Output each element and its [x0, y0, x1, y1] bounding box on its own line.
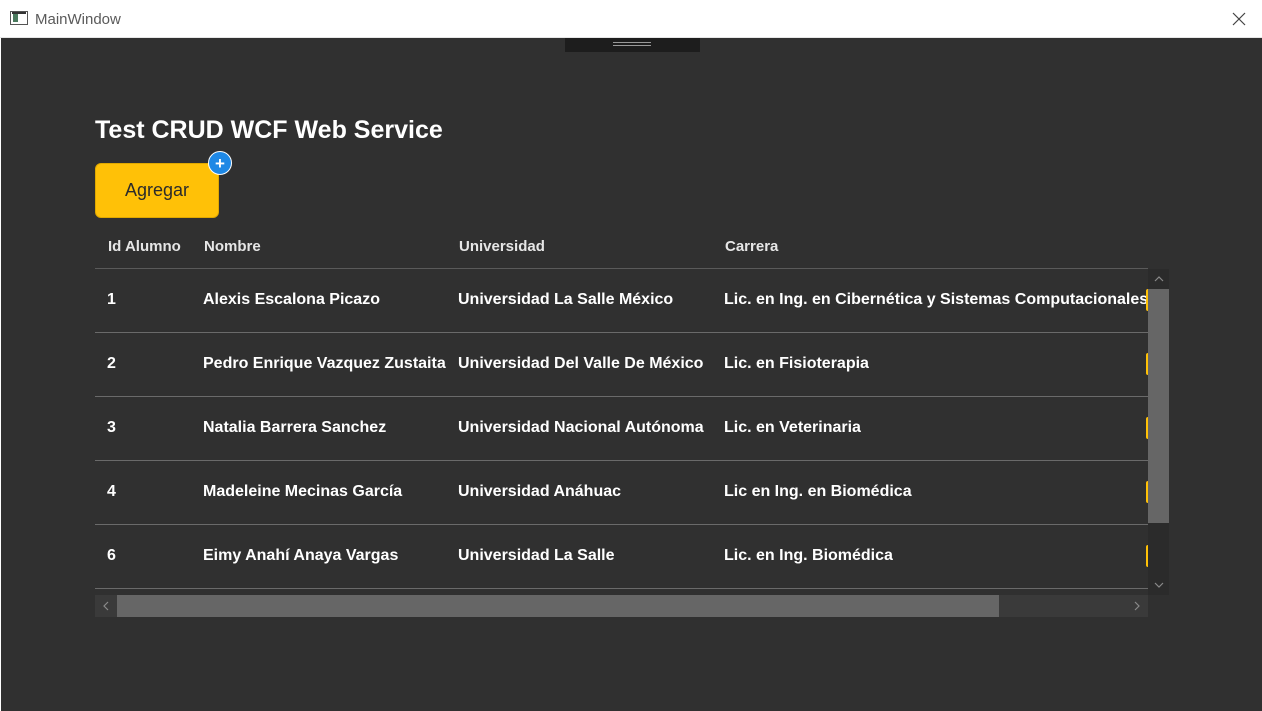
- page-title: Test CRUD WCF Web Service: [95, 116, 443, 144]
- table-row[interactable]: 3 Natalia Barrera Sanchez Universidad Na…: [95, 397, 1148, 461]
- chevron-right-icon: [1134, 601, 1140, 611]
- close-button[interactable]: [1216, 0, 1262, 38]
- chevron-up-icon: [1154, 276, 1163, 282]
- horizontal-scroll-thumb[interactable]: [117, 595, 999, 617]
- cell-nombre: Eimy Anahí Anaya Vargas: [203, 547, 399, 564]
- add-button[interactable]: Agregar: [95, 163, 219, 218]
- app-window-icon: [10, 11, 28, 25]
- window-content: Test CRUD WCF Web Service Agregar + Id A…: [1, 38, 1262, 711]
- cell-id: 1: [107, 291, 116, 308]
- cell-carrera: Lic. en Veterinaria: [724, 419, 861, 436]
- horizontal-scrollbar[interactable]: [95, 595, 1148, 617]
- scroll-up-button[interactable]: [1148, 269, 1169, 289]
- cell-universidad: Universidad Del Valle De México: [458, 355, 704, 372]
- grid-rows: 1 Alexis Escalona Picazo Universidad La …: [95, 269, 1148, 589]
- cell-universidad: Universidad Nacional Autónoma: [458, 419, 704, 436]
- plus-badge-icon: +: [208, 151, 232, 175]
- scroll-right-button[interactable]: [1126, 595, 1148, 617]
- table-row[interactable]: 4 Madeleine Mecinas García Universidad A…: [95, 461, 1148, 525]
- cell-carrera: Lic. en Fisioterapia: [724, 355, 869, 372]
- cell-id: 4: [107, 483, 116, 500]
- title-bar: MainWindow: [0, 0, 1262, 38]
- close-icon: [1232, 12, 1246, 26]
- cell-universidad: Universidad La Salle México: [458, 291, 674, 308]
- cell-id: 6: [107, 547, 116, 564]
- vertical-scrollbar[interactable]: [1148, 269, 1169, 595]
- cell-universidad: Universidad Anáhuac: [458, 483, 622, 500]
- grid-header-row: Id Alumno Nombre Universidad Carrera: [95, 228, 1148, 269]
- cell-carrera: Lic en Ing. en Biomédica: [724, 483, 912, 500]
- cell-nombre: Pedro Enrique Vazquez Zustaita: [203, 355, 446, 372]
- cell-carrera: Lic. en Ing. Biomédica: [724, 547, 893, 564]
- chevron-down-icon: [1154, 582, 1163, 588]
- cell-universidad: Universidad La Salle: [458, 547, 615, 564]
- cell-id: 2: [107, 355, 116, 372]
- cell-nombre: Madeleine Mecinas García: [203, 483, 403, 500]
- vertical-scroll-thumb[interactable]: [1148, 289, 1169, 523]
- column-header-id[interactable]: Id Alumno: [108, 238, 181, 255]
- column-header-universidad[interactable]: Universidad: [459, 238, 545, 255]
- column-header-nombre[interactable]: Nombre: [204, 238, 261, 255]
- chevron-left-icon: [103, 601, 109, 611]
- cell-nombre: Natalia Barrera Sanchez: [203, 419, 387, 436]
- column-header-carrera[interactable]: Carrera: [725, 238, 778, 255]
- drag-grip-handle[interactable]: [565, 38, 700, 52]
- cell-carrera: Lic. en Ing. en Cibernética y Sistemas C…: [724, 291, 1148, 308]
- cell-id: 3: [107, 419, 116, 436]
- scroll-left-button[interactable]: [95, 595, 117, 617]
- table-row[interactable]: 2 Pedro Enrique Vazquez Zustaita Univers…: [95, 333, 1148, 397]
- table-row[interactable]: 1 Alexis Escalona Picazo Universidad La …: [95, 269, 1148, 333]
- cell-nombre: Alexis Escalona Picazo: [203, 291, 380, 308]
- window-title: MainWindow: [35, 11, 121, 28]
- table-row[interactable]: 6 Eimy Anahí Anaya Vargas Universidad La…: [95, 525, 1148, 589]
- students-grid: Id Alumno Nombre Universidad Carrera 1 A…: [95, 228, 1170, 618]
- scroll-down-button[interactable]: [1148, 575, 1169, 595]
